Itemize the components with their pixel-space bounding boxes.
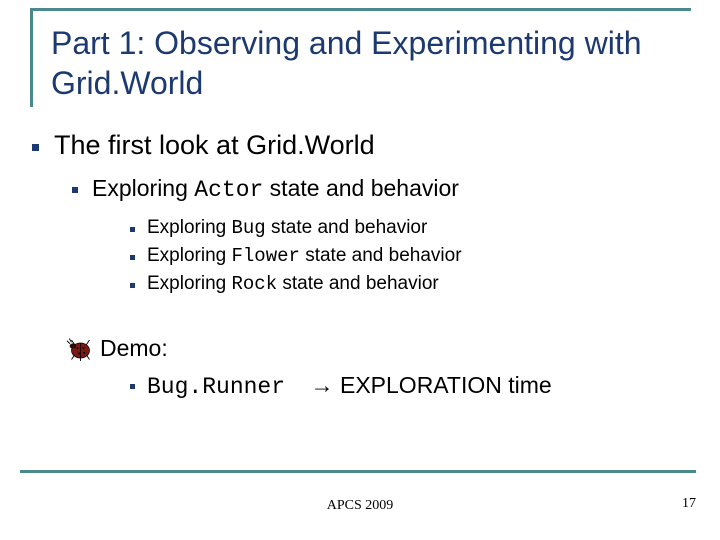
code-bugrunner: Bug.Runner — [147, 374, 285, 400]
bottom-rule — [20, 470, 696, 473]
demo-row: Demo: — [64, 335, 672, 362]
bullet-level-3: Bug.Runner → EXPLORATION time — [130, 372, 672, 400]
square-bullet-icon — [130, 283, 135, 288]
l1-text: The first look at Grid.World — [54, 130, 375, 161]
arrow-right-icon: → — [311, 372, 334, 398]
l3-text: Exploring Rock state and behavior — [147, 273, 439, 295]
text-pre: Exploring — [147, 273, 232, 294]
square-bullet-icon — [130, 255, 135, 260]
code-rock: Rock — [232, 273, 278, 295]
slide-body: The first look at Grid.World Exploring A… — [32, 130, 672, 406]
bullet-level-3: Exploring Rock state and behavior — [130, 273, 672, 295]
slide: Part 1: Observing and Experimenting with… — [0, 0, 720, 540]
slide-title: Part 1: Observing and Experimenting with… — [30, 8, 691, 107]
demo-label: Demo: — [100, 335, 168, 362]
bug-icon — [64, 337, 94, 361]
l2-text: Exploring Actor state and behavior — [92, 175, 459, 203]
code-flower: Flower — [232, 245, 300, 267]
demo-sub-text: Bug.Runner → EXPLORATION time — [147, 372, 552, 400]
square-bullet-icon — [130, 384, 135, 389]
text-post: state and behavior — [263, 175, 459, 201]
square-bullet-icon — [72, 187, 78, 193]
bullet-level-3: Exploring Flower state and behavior — [130, 245, 672, 267]
text-post: state and behavior — [300, 245, 462, 266]
code-bug: Bug — [232, 217, 266, 239]
page-number: 17 — [682, 496, 696, 512]
text-post: EXPLORATION time — [340, 372, 552, 398]
text-pre: Exploring — [92, 175, 194, 201]
text-pre: Exploring — [147, 245, 232, 266]
bullet-level-2: Exploring Actor state and behavior — [72, 175, 672, 203]
text-pre: Exploring — [147, 217, 232, 238]
l3-text: Exploring Flower state and behavior — [147, 245, 462, 267]
bullet-level-3: Exploring Bug state and behavior — [130, 217, 672, 239]
text-post: state and behavior — [266, 217, 428, 238]
square-bullet-icon — [130, 227, 135, 232]
l3-text: Exploring Bug state and behavior — [147, 217, 427, 239]
text-post: state and behavior — [277, 273, 439, 294]
square-bullet-icon — [32, 144, 39, 151]
footer-text: APCS 2009 — [0, 498, 720, 514]
bullet-level-1: The first look at Grid.World — [32, 130, 672, 161]
code-actor: Actor — [194, 177, 263, 203]
